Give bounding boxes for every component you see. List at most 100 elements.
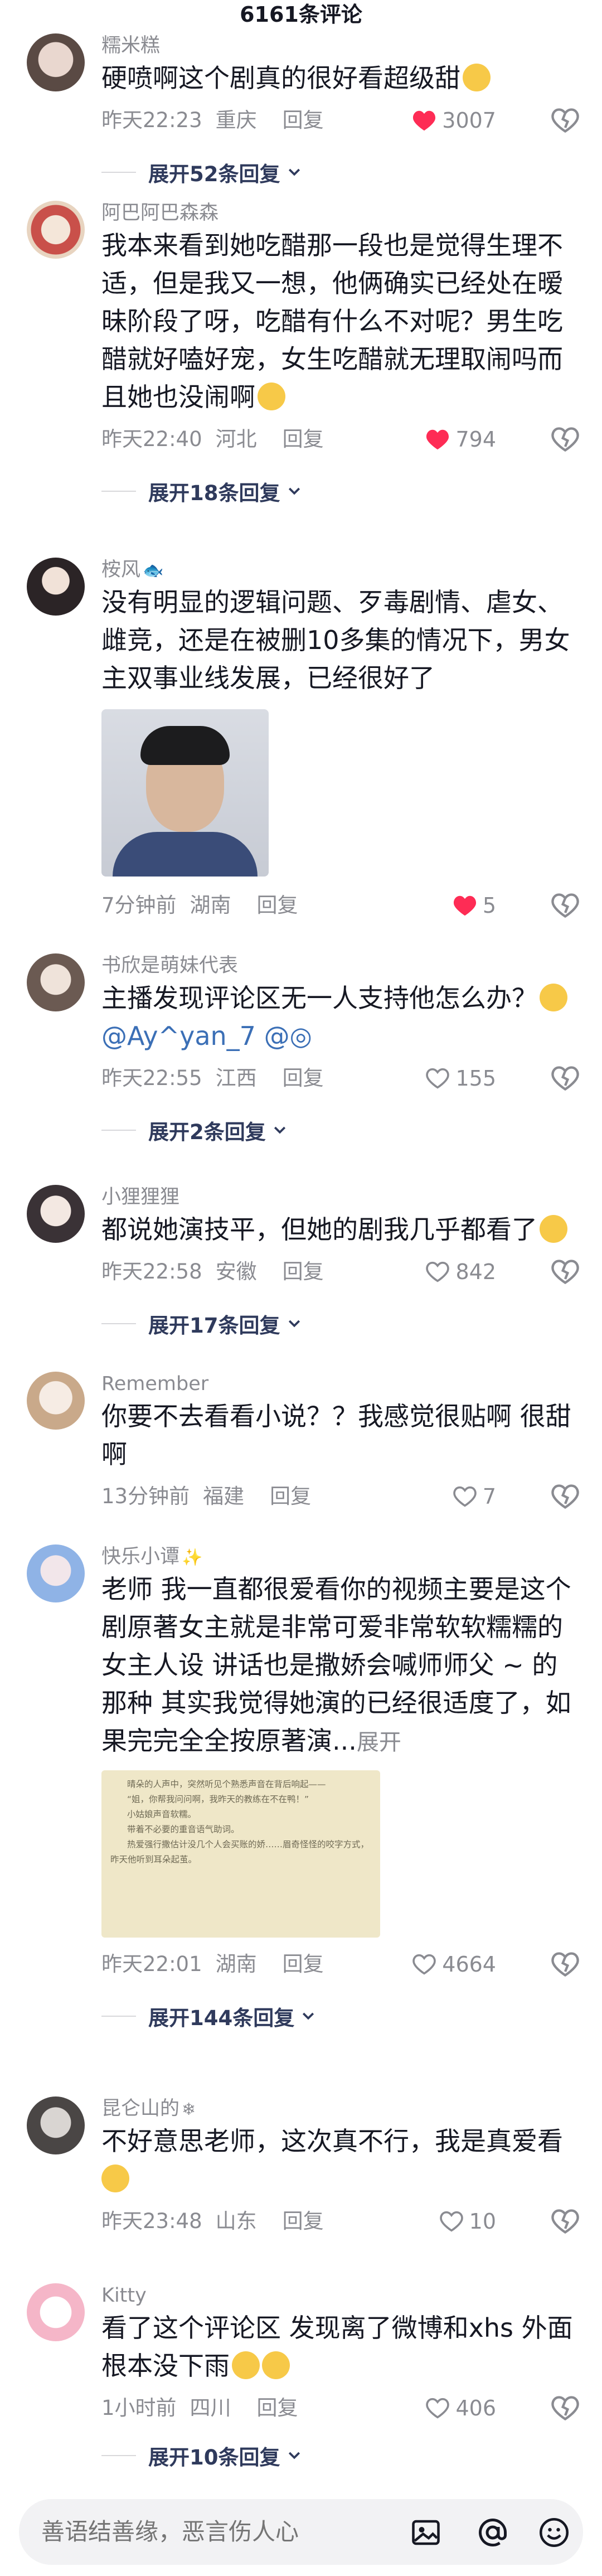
avatar[interactable]	[27, 33, 85, 91]
username[interactable]: 糯米糕	[101, 33, 580, 59]
chevron-down-icon	[288, 2452, 300, 2459]
avatar[interactable]	[27, 1544, 85, 1602]
expand-replies-label: 展开18条回复	[148, 481, 280, 505]
comment-text[interactable]: 主播发现评论区无一人支持他怎么办？ @Ay^yan_7 @◎	[101, 979, 580, 1055]
like-button[interactable]: 4664	[412, 1946, 496, 1982]
avatar[interactable]	[27, 201, 85, 259]
mention-link[interactable]: @Ay^yan_7 @	[101, 1021, 290, 1051]
hair-shape	[140, 726, 230, 765]
comment-text[interactable]: 都说她演技平，但她的剧我几乎都看了	[101, 1210, 580, 1248]
username[interactable]: 桉风 🐟	[101, 558, 580, 583]
expand-replies-button[interactable]: 展开18条回复	[101, 472, 580, 511]
comment-count-title: 6161条评论	[240, 2, 362, 27]
expand-replies-button[interactable]: 展开52条回复	[101, 153, 580, 192]
excerpt-line: 晴朵的人声中，突然听见个熟悉声音在背后响起——	[127, 1779, 326, 1789]
avatar[interactable]	[27, 1185, 85, 1243]
image-icon[interactable]	[409, 2516, 443, 2549]
comment-location: 重庆	[215, 108, 257, 132]
comment-location: 湖南	[215, 1952, 257, 1976]
username[interactable]: 小狸狸狸	[101, 1185, 580, 1210]
dislike-icon[interactable]	[551, 1064, 580, 1093]
username[interactable]: Kitty	[101, 2283, 580, 2309]
username[interactable]: 阿巴阿巴森森	[101, 201, 580, 226]
reply-button[interactable]: 回复	[283, 1254, 324, 1290]
reply-button[interactable]: 回复	[283, 103, 324, 138]
reply-button[interactable]: 回复	[283, 2204, 324, 2239]
excerpt-line: 热爱强行撒估计没几个人会买账的娇……眉奇怪怪的咬字方式，昨天他听到耳朵起茧。	[110, 1839, 370, 1865]
expand-replies-button[interactable]: 展开144条回复	[101, 1997, 580, 2036]
heart-outline-icon	[426, 1261, 450, 1282]
dislike-icon[interactable]	[551, 106, 580, 135]
avatar[interactable]	[27, 1372, 85, 1430]
comments-header: 6161条评论	[0, 0, 602, 33]
novel-excerpt-image[interactable]: 晴朵的人声中，突然听见个熟悉声音在背后响起—— “姐，你帮我问问啊，我昨天的教练…	[101, 1770, 380, 1938]
circle-emoji-icon: ◎	[289, 1021, 312, 1051]
username[interactable]: 昆仑山的 ❄	[101, 2096, 580, 2122]
heart-outline-icon	[439, 2211, 463, 2232]
emoji-icon[interactable]	[537, 2516, 571, 2549]
comment-text[interactable]: 你要不去看看小说？？我感觉很贴啊 很甜啊	[101, 1397, 580, 1473]
comment-text[interactable]: 不好意思老师，这次真不行，我是真爱看	[101, 2122, 580, 2198]
reply-button[interactable]: 回复	[270, 1479, 311, 1514]
reply-button[interactable]: 回复	[257, 888, 298, 923]
avatar[interactable]	[27, 2283, 85, 2341]
at-mention-icon[interactable]	[476, 2516, 509, 2549]
like-count: 155	[455, 1066, 496, 1091]
username[interactable]: 书欣是萌妹代表	[101, 953, 580, 979]
like-button[interactable]: 7	[453, 1479, 496, 1514]
like-button[interactable]: 3007	[412, 103, 496, 138]
like-button[interactable]: 406	[425, 2390, 496, 2426]
like-count: 3007	[442, 108, 496, 133]
like-button[interactable]: 794	[425, 422, 496, 457]
username[interactable]: 快乐小谭 ✨	[101, 1544, 580, 1570]
like-button[interactable]: 10	[439, 2204, 496, 2239]
like-button[interactable]: 842	[425, 1254, 496, 1290]
dislike-icon[interactable]	[551, 1950, 580, 1979]
comment-text[interactable]: 看了这个评论区 发现离了微博和xhs 外面根本没下雨	[101, 2309, 580, 2385]
expand-replies-button[interactable]: 展开2条回复	[101, 1111, 580, 1150]
avatar[interactable]	[27, 2096, 85, 2154]
chevron-down-icon	[288, 487, 300, 495]
comment-text[interactable]: 硬喷啊这个剧真的很好看超级甜	[101, 59, 580, 97]
comment-meta: 昨天22:40 河北 回复 794	[101, 422, 580, 457]
like-count: 4664	[442, 1952, 496, 1977]
comment-location: 河北	[215, 427, 257, 451]
comment-text[interactable]: 我本来看到她吃醋那一段也是觉得生理不适，但是我又一想，他俩确实已经处在暧昧阶段了…	[101, 226, 580, 416]
headphone-face-emoji-icon	[258, 382, 285, 410]
comment-meta: 1小时前 四川 回复 406	[101, 2390, 580, 2426]
heart-outline-icon	[426, 2398, 450, 2419]
dislike-icon[interactable]	[551, 2207, 580, 2236]
comment-input-container[interactable]	[19, 2499, 583, 2565]
heart-outline-icon	[453, 1486, 477, 1507]
comment-image[interactable]	[101, 709, 269, 877]
expand-text-link[interactable]: 展开	[357, 1730, 401, 1755]
avatar[interactable]	[27, 558, 85, 616]
smile-face-emoji-icon	[262, 2351, 290, 2379]
dislike-icon[interactable]	[551, 891, 580, 920]
like-count: 406	[455, 2396, 496, 2420]
expand-replies-button[interactable]: 展开10条回复	[101, 2436, 580, 2475]
reply-button[interactable]: 回复	[283, 1946, 324, 1982]
comment-text[interactable]: 老师 我一直都很爱看你的视频主要是这个剧原著女主就是非常可爱非常软软糯糯的女主人…	[101, 1570, 580, 1761]
dislike-icon[interactable]	[551, 1257, 580, 1286]
comment-input[interactable]	[41, 2499, 376, 2565]
like-button[interactable]: 155	[425, 1061, 496, 1096]
chevron-down-icon	[303, 2012, 314, 2020]
comment-text[interactable]: 没有明显的逻辑问题、歹毒剧情、虐女、雌竞，还是在被删10多集的情况下，男女主双事…	[101, 583, 580, 697]
dislike-icon[interactable]	[551, 1482, 580, 1511]
dislike-icon[interactable]	[551, 425, 580, 454]
excerpt-line: 小姑娘声音软糯。	[127, 1809, 197, 1819]
comment-meta: 13分钟前 福建 回复 7	[101, 1479, 580, 1514]
expand-replies-button[interactable]: 展开17条回复	[101, 1304, 580, 1343]
expand-replies-label: 展开2条回复	[148, 1120, 266, 1144]
reply-button[interactable]: 回复	[283, 1061, 324, 1096]
avatar[interactable]	[27, 953, 85, 1011]
reply-button[interactable]: 回复	[257, 2390, 298, 2426]
username[interactable]: Remember	[101, 1372, 580, 1397]
comment-time: 13分钟前	[101, 1484, 190, 1508]
like-button[interactable]: 5	[453, 888, 496, 923]
snowflake-icon: ❄	[182, 2100, 196, 2119]
dislike-icon[interactable]	[551, 2394, 580, 2423]
comment-time: 昨天22:40	[101, 427, 202, 451]
reply-button[interactable]: 回复	[283, 422, 324, 457]
